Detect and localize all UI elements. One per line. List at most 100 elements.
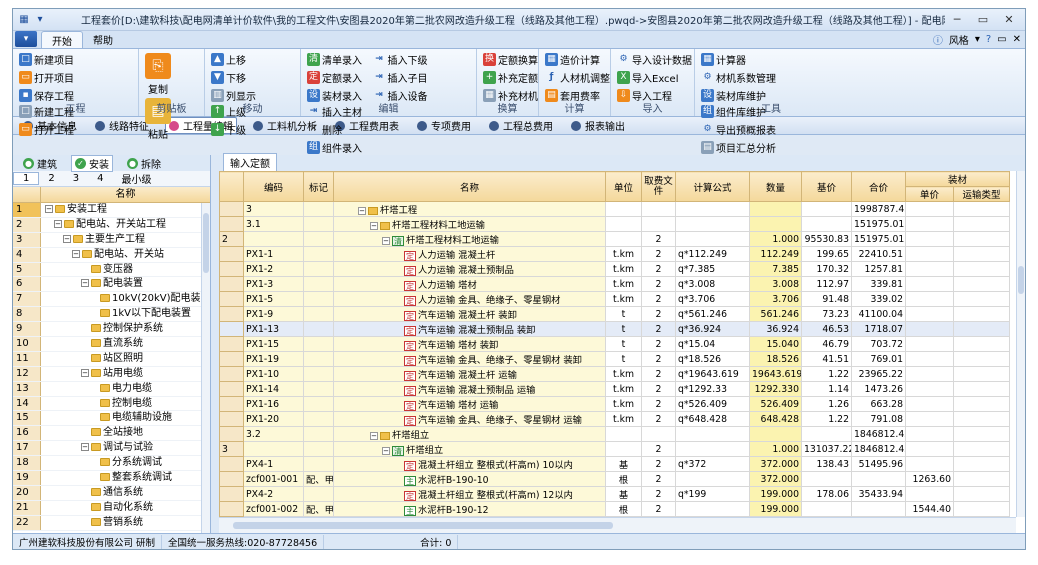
tree-row[interactable]: 1− 安装工程: [13, 203, 210, 218]
mark-cell[interactable]: [303, 396, 334, 412]
unit-price-cell[interactable]: [905, 321, 954, 337]
name-cell[interactable]: −定混凝土杆组立 整根式(杆高m) 10以内: [333, 456, 606, 472]
move-up-button[interactable]: ▲ 上移: [209, 51, 258, 67]
collapse-toggle-icon[interactable]: −: [63, 234, 71, 243]
unit-price-cell[interactable]: [905, 351, 954, 367]
code-cell[interactable]: 3.1: [243, 216, 304, 232]
code-cell[interactable]: PX1-20: [243, 411, 304, 427]
name-cell[interactable]: −定汽车运输 塔材 装卸: [333, 336, 606, 352]
table-row[interactable]: PX1-14 −定汽车运输 混凝土预制品 运输t.km2q*1292.331292…: [219, 381, 1011, 397]
formula-cell[interactable]: q*19643.619: [675, 366, 750, 382]
formula-cell[interactable]: q*526.409: [675, 396, 750, 412]
table-row[interactable]: PX1-13 −定汽车运输 混凝土预制品 装卸t2q*36.92436.92446…: [219, 321, 1011, 337]
qty-cell[interactable]: 199.000: [749, 501, 802, 517]
transport-cell[interactable]: [952, 276, 1011, 292]
transport-cell[interactable]: [952, 426, 1011, 442]
mark-cell[interactable]: [303, 321, 334, 337]
unit-price-cell[interactable]: [905, 291, 954, 307]
table-row[interactable]: PX4-2 −定混凝土杆组立 整根式(杆高m) 12以内基2q*199199.00…: [219, 486, 1011, 502]
total-cell[interactable]: 151975.01: [851, 231, 906, 247]
unit-price-cell[interactable]: [905, 411, 954, 427]
name-cell[interactable]: − 清杆塔工程材料工地运输: [333, 231, 606, 247]
base-price-cell[interactable]: 199.65: [801, 246, 852, 262]
table-row[interactable]: PX1-15 −定汽车运输 塔材 装卸t2q*15.0415.04046.7970…: [219, 336, 1011, 352]
tab-total-cost[interactable]: 工程总费用: [487, 118, 555, 133]
name-cell[interactable]: −定汽车运输 混凝土杆 运输: [333, 366, 606, 382]
unit-price-cell[interactable]: [905, 306, 954, 322]
close-button[interactable]: ✕: [997, 12, 1021, 28]
total-cell[interactable]: 339.02: [851, 291, 906, 307]
unit-cell[interactable]: t.km: [605, 366, 642, 382]
total-cell[interactable]: 23965.22: [851, 366, 906, 382]
code-cell[interactable]: PX4-2: [243, 486, 304, 502]
formula-cell[interactable]: q*561.246: [675, 306, 750, 322]
formula-cell[interactable]: [675, 231, 750, 247]
unit-cell[interactable]: t.km: [605, 246, 642, 262]
minimize-button[interactable]: ─: [945, 12, 969, 28]
quota-entry-button[interactable]: 定定额录入: [305, 69, 364, 85]
formula-cell[interactable]: q*1292.33: [675, 381, 750, 397]
export-budget-button[interactable]: ⚙ 导出预概报表: [699, 121, 778, 137]
table-row[interactable]: PX1-10 −定汽车运输 混凝土杆 运输t.km2q*19643.6191964…: [219, 366, 1011, 382]
unit-cell[interactable]: t: [605, 336, 642, 352]
transport-cell[interactable]: [952, 366, 1011, 382]
qty-cell[interactable]: 1.000: [749, 441, 802, 457]
total-cell[interactable]: 151975.01: [851, 216, 906, 232]
table-row[interactable]: 3.2 − 杆塔组立 1846812.42: [219, 426, 1011, 442]
formula-cell[interactable]: q*648.428: [675, 411, 750, 427]
info-icon[interactable]: ⓘ: [933, 32, 943, 47]
mark-cell[interactable]: [303, 231, 334, 247]
total-cell[interactable]: [851, 471, 906, 487]
base-price-cell[interactable]: 1.26: [801, 396, 852, 412]
unit-cell[interactable]: t.km: [605, 261, 642, 277]
table-row[interactable]: PX1-3 −定人力运输 塔材t.km2q*3.0083.008112.97339…: [219, 276, 1011, 292]
code-cell[interactable]: PX1-15: [243, 336, 304, 352]
table-row[interactable]: PX1-20 −定汽车运输 金具、绝缘子、零星钢材 运输t.km2q*648.42…: [219, 411, 1011, 427]
code-cell[interactable]: zcf001-001: [243, 471, 304, 487]
unit-price-cell[interactable]: [905, 381, 954, 397]
name-cell[interactable]: −定汽车运输 金具、绝缘子、零星钢材 装卸: [333, 351, 606, 367]
close-icon[interactable]: ✕: [1013, 34, 1021, 45]
row-number[interactable]: [219, 276, 244, 292]
tab-install[interactable]: ✓ 安装: [71, 154, 113, 172]
unit-cell[interactable]: t: [605, 321, 642, 337]
transport-cell[interactable]: [952, 291, 1011, 307]
transport-cell[interactable]: [952, 441, 1011, 457]
level-1[interactable]: 1: [13, 172, 40, 185]
grid-horizontal-scrollbar[interactable]: [219, 517, 1016, 533]
code-cell[interactable]: 3.2: [243, 426, 304, 442]
tab-input-quota[interactable]: 输入定额: [223, 153, 277, 171]
fee-file-cell[interactable]: 2: [641, 261, 676, 277]
fee-file-cell[interactable]: 2: [641, 321, 676, 337]
code-cell[interactable]: PX1-5: [243, 291, 304, 307]
tree-row[interactable]: 4 − 配电站、开关站: [13, 247, 210, 263]
row-number[interactable]: 2: [219, 231, 244, 247]
material-coef-button[interactable]: ⚙ 材机系数管理: [699, 69, 778, 85]
formula-cell[interactable]: [675, 501, 750, 517]
collapse-toggle-icon[interactable]: −: [382, 236, 390, 245]
open-project-button[interactable]: ▭ 打开项目: [17, 69, 76, 85]
labor-adjust-button[interactable]: ƒ 人材机调整: [543, 69, 612, 85]
qty-cell[interactable]: 199.000: [749, 486, 802, 502]
code-cell[interactable]: PX1-10: [243, 366, 304, 382]
collapse-toggle-icon[interactable]: −: [81, 279, 89, 288]
unit-price-cell[interactable]: [905, 366, 954, 382]
unit-price-cell[interactable]: [905, 231, 954, 247]
base-price-cell[interactable]: 178.06: [801, 486, 852, 502]
fee-file-cell[interactable]: 2: [641, 501, 676, 517]
code-cell[interactable]: PX1-9: [243, 306, 304, 322]
fee-file-cell[interactable]: 2: [641, 456, 676, 472]
base-price-cell[interactable]: [801, 201, 852, 217]
mark-cell[interactable]: [303, 306, 334, 322]
unit-cell[interactable]: [605, 441, 642, 457]
collapse-toggle-icon[interactable]: −: [370, 221, 378, 230]
mark-cell[interactable]: [303, 201, 334, 217]
row-number[interactable]: [219, 336, 244, 352]
formula-cell[interactable]: q*3.706: [675, 291, 750, 307]
restore-icon[interactable]: ▭: [997, 34, 1006, 45]
tree-row[interactable]: 17 − 调试与试验: [13, 441, 210, 457]
qty-cell[interactable]: 18.526: [749, 351, 802, 367]
fee-file-cell[interactable]: 2: [641, 411, 676, 427]
name-cell[interactable]: −定汽车运输 混凝土预制品 运输: [333, 381, 606, 397]
fee-file-cell[interactable]: 2: [641, 246, 676, 262]
